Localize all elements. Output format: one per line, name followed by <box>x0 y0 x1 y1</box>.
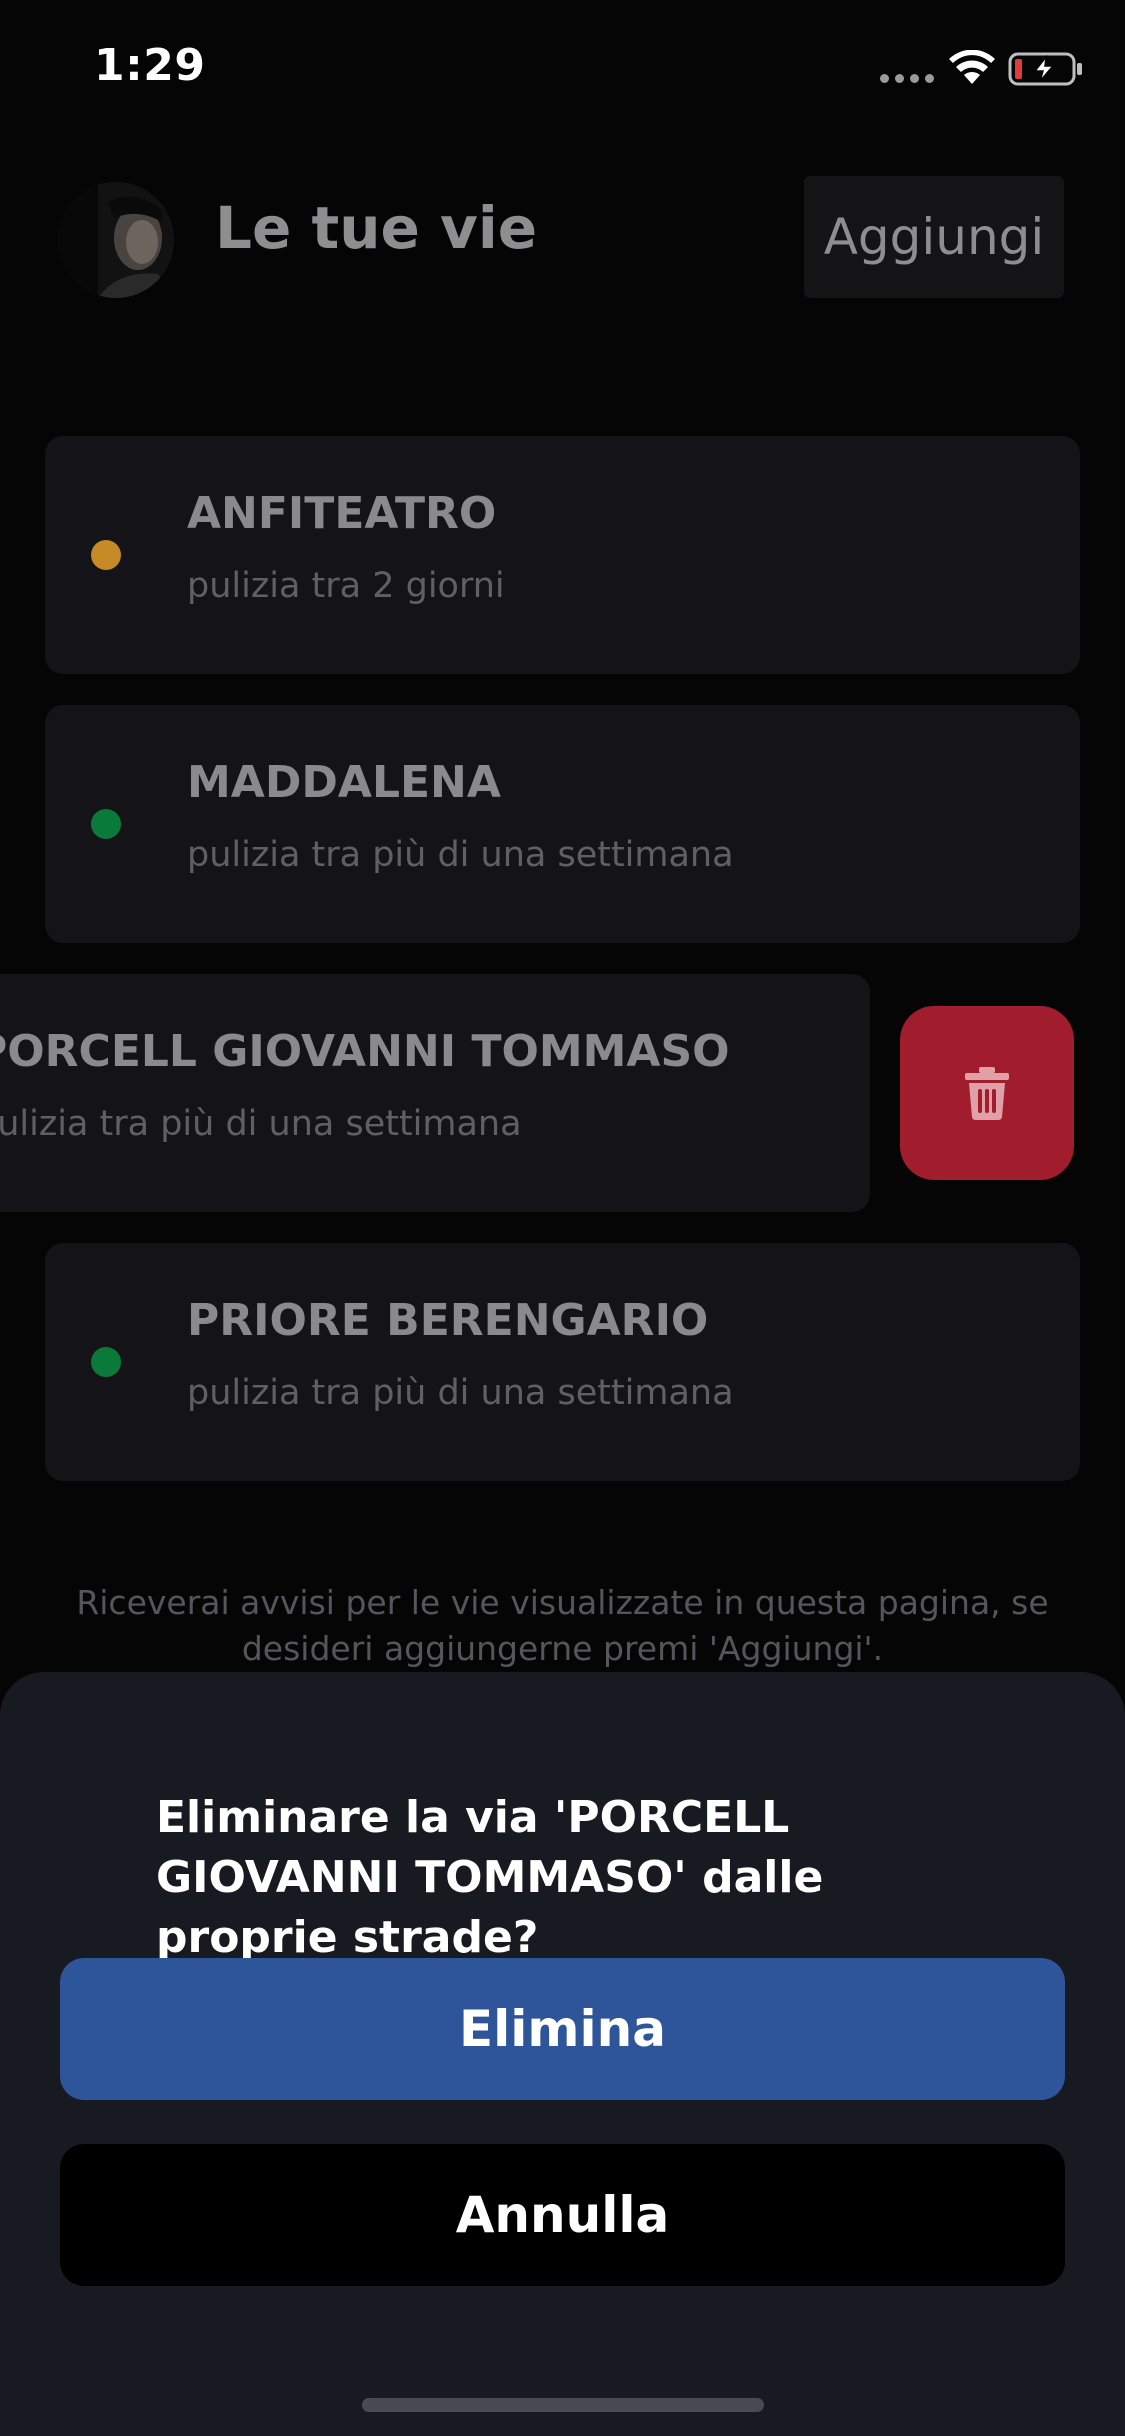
status-dot <box>91 540 121 570</box>
cancel-button[interactable]: Annulla <box>60 2144 1065 2286</box>
screen: 1:29 Le tue vie Aggiungi ANFITEATRO puli… <box>0 0 1125 2436</box>
add-button[interactable]: Aggiungi <box>804 176 1064 298</box>
status-dot <box>91 809 121 839</box>
avatar-image <box>58 182 174 298</box>
street-status: pulizia tra più di una settimana <box>187 1373 734 1413</box>
street-name: PRIORE BERENGARIO <box>187 1295 709 1346</box>
street-status: pulizia tra più di una settimana <box>0 1104 522 1144</box>
battery-charging-icon <box>1008 52 1082 86</box>
info-note: Riceverai avvisi per le vie visualizzate… <box>76 1583 1049 1668</box>
wifi-icon <box>949 50 995 84</box>
street-name: PORCELL GIOVANNI TOMMASO <box>0 1026 730 1077</box>
street-card[interactable]: ANFITEATRO pulizia tra 2 giorni <box>45 436 1080 674</box>
header: Le tue vie Aggiungi <box>0 170 1125 310</box>
status-dot <box>91 1347 121 1377</box>
cellular-signal-icon <box>880 74 934 83</box>
street-card[interactable]: MADDALENA pulizia tra più di una settima… <box>45 705 1080 943</box>
home-indicator <box>362 2398 764 2412</box>
status-time: 1:29 <box>94 40 206 91</box>
street-status: pulizia tra 2 giorni <box>187 566 505 606</box>
trash-icon <box>965 1067 1009 1120</box>
delete-street-button[interactable] <box>900 1006 1074 1180</box>
street-card[interactable]: PRIORE BERENGARIO pulizia tra più di una… <box>45 1243 1080 1481</box>
status-bar: 1:29 <box>0 0 1125 140</box>
delete-question: Eliminare la via 'PORCELL GIOVANNI TOMMA… <box>156 1792 824 1963</box>
delete-confirmation-sheet: Eliminare la via 'PORCELL GIOVANNI TOMMA… <box>0 1672 1125 2436</box>
street-card-swiped[interactable]: PORCELL GIOVANNI TOMMASO pulizia tra più… <box>0 974 870 1212</box>
avatar[interactable] <box>58 182 174 298</box>
confirm-delete-button[interactable]: Elimina <box>60 1958 1065 2100</box>
street-name: ANFITEATRO <box>187 488 497 539</box>
street-status: pulizia tra più di una settimana <box>187 835 734 875</box>
street-name: MADDALENA <box>187 757 501 808</box>
page-title: Le tue vie <box>215 194 538 262</box>
